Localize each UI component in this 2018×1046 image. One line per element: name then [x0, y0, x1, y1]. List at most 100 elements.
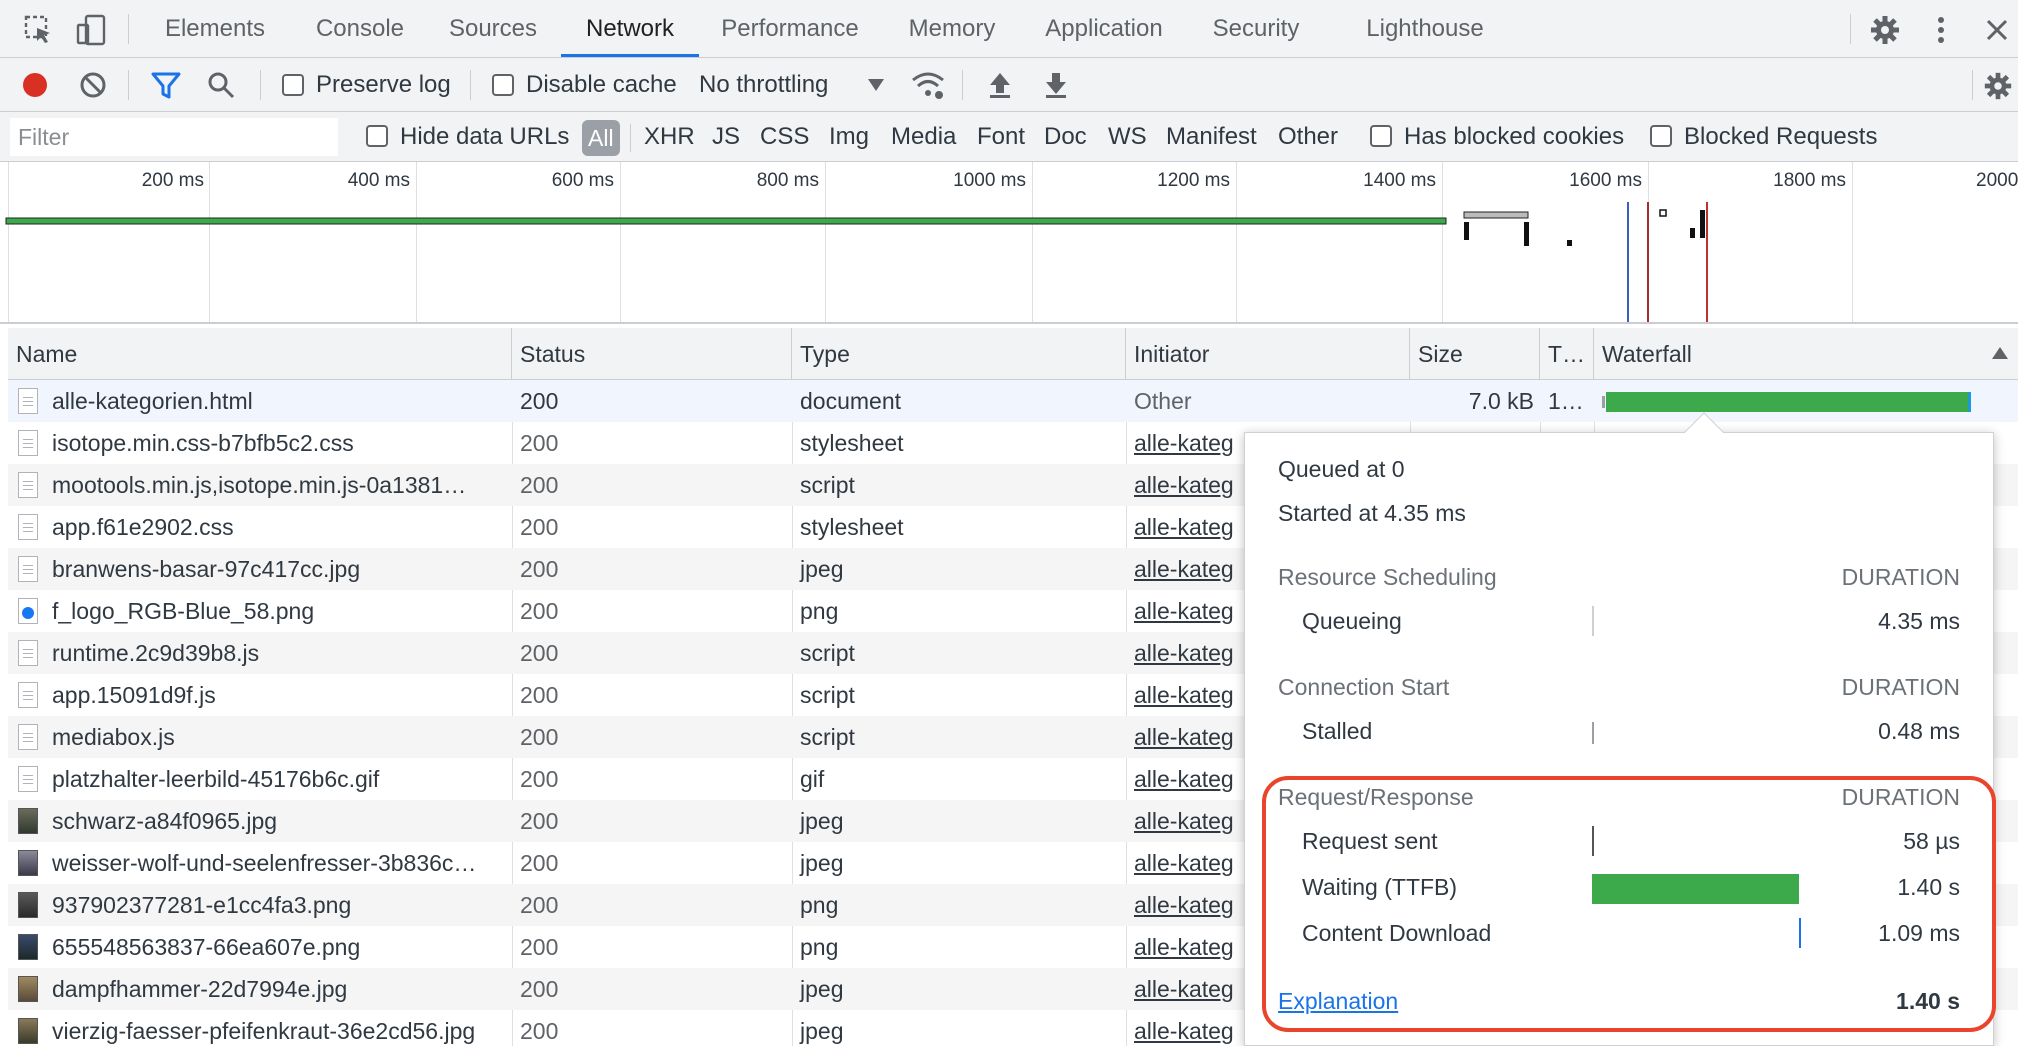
toolbar-divider	[128, 70, 129, 100]
filter-type-manifest[interactable]: Manifest	[1166, 112, 1257, 162]
request-name: app.f61e2902.css	[52, 514, 234, 540]
request-status: 200	[520, 640, 559, 666]
request-initiator-link[interactable]: alle-kateg	[1126, 632, 1256, 674]
request-status: 200	[520, 976, 559, 1002]
column-header-type[interactable]: Type	[792, 328, 1126, 380]
network-settings-gear-icon[interactable]	[1982, 70, 2014, 102]
request-initiator-link[interactable]: alle-kateg	[1126, 464, 1256, 506]
timing-value-stalled: 0.48 ms	[1878, 718, 1960, 744]
overview-timeline-bars	[5, 202, 1708, 322]
network-overview[interactable]: 200 ms 400 ms 600 ms 800 ms 1000 ms 1200…	[0, 162, 2018, 324]
request-initiator-link[interactable]: alle-kateg	[1126, 884, 1256, 926]
request-name: 655548563837-66ea607e.png	[52, 934, 361, 960]
request-initiator-link[interactable]: alle-kateg	[1126, 758, 1256, 800]
request-status: 200	[520, 766, 559, 792]
tab-elements[interactable]: Elements	[150, 0, 280, 57]
request-initiator-link[interactable]: alle-kateg	[1126, 926, 1256, 968]
column-header-size[interactable]: Size	[1410, 328, 1540, 380]
tab-security[interactable]: Security	[1201, 0, 1311, 57]
column-header-initiator[interactable]: Initiator	[1126, 328, 1410, 380]
column-header-name[interactable]: Name	[8, 328, 512, 380]
filter-type-media[interactable]: Media	[891, 112, 956, 162]
request-type: png	[800, 892, 839, 918]
toolbar-divider	[1972, 70, 1973, 100]
preserve-log-checkbox[interactable]	[282, 74, 304, 96]
request-status: 200	[520, 892, 559, 918]
request-name: runtime.2c9d39b8.js	[52, 640, 260, 666]
blocked-requests-checkbox[interactable]	[1650, 125, 1672, 147]
request-initiator-link[interactable]: alle-kateg	[1126, 674, 1256, 716]
request-name: vierzig-faesser-pfeifenkraut-36e2cd56.jp…	[52, 1018, 476, 1044]
hide-data-urls-checkbox[interactable]	[366, 125, 388, 147]
request-initiator-link[interactable]: alle-kateg	[1126, 506, 1256, 548]
clear-icon[interactable]	[78, 70, 108, 100]
tab-application[interactable]: Application	[1036, 0, 1172, 57]
document-icon	[18, 724, 38, 750]
tab-memory[interactable]: Memory	[895, 0, 1009, 57]
table-row[interactable]: alle-kategorien.html 200 document Other …	[8, 380, 2018, 422]
filter-type-img[interactable]: Img	[829, 112, 869, 162]
column-header-time[interactable]: T…	[1540, 328, 1594, 380]
waterfall-bar[interactable]	[1602, 388, 1982, 416]
request-initiator-link[interactable]: alle-kateg	[1126, 422, 1256, 464]
request-name: mootools.min.js,isotope.min.js-0a1381…	[52, 472, 467, 498]
inspect-element-icon[interactable]	[22, 13, 56, 47]
device-toolbar-icon[interactable]	[74, 13, 108, 47]
request-name: alle-kategorien.html	[52, 388, 253, 414]
request-initiator-link[interactable]: alle-kateg	[1126, 1010, 1256, 1046]
filter-input[interactable]	[10, 118, 338, 156]
hide-data-urls-label: Hide data URLs	[400, 123, 570, 150]
disable-cache-checkbox[interactable]	[492, 74, 514, 96]
disable-cache-label: Disable cache	[526, 71, 677, 98]
toolbar-divider	[260, 70, 261, 100]
column-header-status[interactable]: Status	[512, 328, 792, 380]
sort-ascending-icon[interactable]	[1990, 344, 2010, 362]
filter-type-xhr[interactable]: XHR	[644, 112, 695, 162]
filter-type-doc[interactable]: Doc	[1044, 112, 1087, 162]
filter-icon[interactable]	[150, 70, 182, 100]
tab-performance[interactable]: Performance	[710, 0, 870, 57]
request-initiator-link[interactable]: alle-kateg	[1126, 590, 1256, 632]
devtools-tab-bar: Elements Console Sources Network Perform…	[0, 0, 2018, 58]
filter-type-all[interactable]: All	[582, 120, 620, 156]
request-initiator-link[interactable]: alle-kateg	[1126, 716, 1256, 758]
tab-lighthouse[interactable]: Lighthouse	[1360, 0, 1490, 57]
filter-type-ws[interactable]: WS	[1108, 112, 1147, 162]
preserve-log-label: Preserve log	[316, 71, 451, 98]
chevron-down-icon[interactable]	[866, 76, 886, 94]
filter-type-js[interactable]: JS	[712, 112, 740, 162]
close-icon[interactable]	[1980, 13, 2014, 47]
request-status: 200	[520, 808, 559, 834]
record-icon[interactable]	[20, 70, 50, 100]
tab-network[interactable]: Network	[561, 0, 699, 57]
export-har-icon[interactable]	[1042, 70, 1070, 100]
tab-sources[interactable]: Sources	[438, 0, 548, 57]
tab-console[interactable]: Console	[302, 0, 418, 57]
network-conditions-icon[interactable]	[910, 68, 946, 102]
request-type: jpeg	[800, 1018, 844, 1044]
request-initiator-link[interactable]: alle-kateg	[1126, 548, 1256, 590]
column-header-waterfall[interactable]: Waterfall	[1594, 328, 2018, 380]
request-initiator-link[interactable]: alle-kateg	[1126, 968, 1256, 1010]
request-status: 200	[520, 1018, 559, 1044]
settings-gear-icon[interactable]	[1868, 13, 1902, 47]
request-initiator-link[interactable]: alle-kateg	[1126, 800, 1256, 842]
request-initiator: Other	[1134, 388, 1192, 414]
has-blocked-cookies-checkbox[interactable]	[1370, 125, 1392, 147]
image-icon	[18, 976, 38, 1002]
import-har-icon[interactable]	[986, 70, 1014, 100]
filter-type-css[interactable]: CSS	[760, 112, 809, 162]
request-name: app.15091d9f.js	[52, 682, 216, 708]
request-type: stylesheet	[800, 514, 904, 540]
facebook-icon	[18, 598, 38, 624]
request-status: 200	[520, 598, 559, 624]
filter-type-other[interactable]: Other	[1278, 112, 1338, 162]
toolbar-divider	[962, 70, 963, 100]
request-initiator-link[interactable]: alle-kateg	[1126, 842, 1256, 884]
request-status: 200	[520, 556, 559, 582]
throttling-select[interactable]: No throttling	[699, 58, 828, 112]
more-options-icon[interactable]	[1924, 13, 1958, 47]
request-name: f_logo_RGB-Blue_58.png	[52, 598, 315, 624]
search-icon[interactable]	[206, 70, 236, 100]
filter-type-font[interactable]: Font	[977, 112, 1025, 162]
